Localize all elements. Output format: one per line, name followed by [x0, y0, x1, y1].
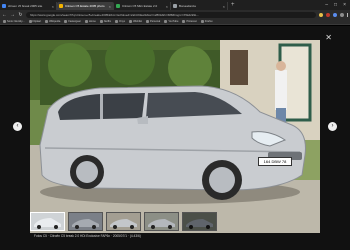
bookmark-label: Flipkart: [32, 20, 42, 23]
close-viewer-button[interactable]: ✕: [325, 33, 332, 42]
bookmark-icon: [3, 20, 6, 23]
menu-icon[interactable]: [347, 12, 348, 17]
car-photo[interactable]: 164 DBW 78: [30, 40, 320, 233]
reload-icon[interactable]: ↻: [18, 12, 23, 18]
thumbnail-image: [145, 213, 178, 230]
site-favicon-icon: [173, 4, 177, 8]
bookmark-item[interactable]: Sonic Identity...: [3, 20, 25, 23]
thumbnail[interactable]: [68, 212, 103, 231]
close-tab-icon[interactable]: ×: [109, 4, 111, 9]
thumbnail[interactable]: [144, 212, 179, 231]
bookmark-label: Netflix: [103, 20, 111, 23]
thumbnail-strip: [30, 212, 217, 231]
bookmark-icon: [84, 20, 88, 23]
tab-3[interactable]: Citroën C5 Mk1 Estate 2.0 ×: [114, 2, 171, 10]
previous-image-button[interactable]: ‹: [13, 122, 22, 131]
maximize-icon[interactable]: □: [334, 2, 337, 8]
window-controls: – □ ×: [325, 2, 350, 8]
bookmark-item[interactable]: Flipkart: [28, 20, 42, 23]
bookmark-label: Pinterest: [186, 20, 197, 23]
bookmark-label: Personal: [150, 20, 161, 23]
navigation-bar: ← → ↻ https://www.google.com/search?q=ci…: [0, 10, 350, 19]
thumbnail[interactable]: [182, 212, 217, 231]
bookmark-icon: [164, 20, 168, 23]
site-favicon-icon: [59, 4, 63, 8]
bookmark-label: Sonic Identity...: [7, 20, 25, 23]
extension-icons: [319, 12, 348, 17]
close-window-icon[interactable]: ×: [343, 2, 346, 8]
tab-1-label: citroen c5 break 2005 site: [8, 4, 43, 8]
bookmark-label: YouTube: [168, 20, 179, 23]
bookmark-icon: [45, 20, 49, 23]
extension-icon[interactable]: [326, 12, 330, 17]
bookmark-item[interactable]: Onyx: [115, 20, 125, 23]
image-caption: Fotos C5 · Citroën C5 break 2.0 HDi Excl…: [34, 234, 141, 238]
bookmark-label: Wishlist: [133, 20, 142, 23]
close-tab-icon[interactable]: ×: [52, 4, 54, 9]
thumbnail-image: [31, 213, 64, 230]
site-favicon-icon: [116, 4, 120, 8]
thumbnail-image: [183, 213, 216, 230]
tab-4[interactable]: Bonaudanza ×: [171, 2, 228, 10]
bookmark-item[interactable]: Pinterest: [182, 20, 197, 23]
tab-bar: citroen c5 break 2005 site × Citroen C5 …: [0, 0, 350, 10]
tab-1[interactable]: citroen c5 break 2005 site ×: [0, 2, 57, 10]
bookmark-icon: [200, 20, 204, 23]
google-favicon-icon: [2, 4, 6, 8]
back-icon[interactable]: ←: [2, 12, 7, 18]
new-tab-button[interactable]: +: [231, 2, 235, 8]
minimize-icon[interactable]: –: [325, 2, 328, 8]
bookmark-item[interactable]: Netflix: [99, 20, 111, 23]
bookmark-item[interactable]: Firefox: [200, 20, 213, 23]
bookmark-icon: [64, 20, 68, 23]
thumbnail[interactable]: [30, 212, 65, 231]
bookmark-label: Home: [88, 20, 96, 23]
bookmark-icon: [129, 20, 133, 23]
tab-2-label: Citroen C5 Estate 2005 photo: [65, 4, 105, 8]
car-photo-graphic: [30, 40, 320, 233]
bookmark-icon: [146, 20, 149, 23]
bookmark-label: Onyx: [119, 20, 126, 23]
tab-2[interactable]: Citroen C5 Estate 2005 photo ×: [57, 2, 114, 10]
close-tab-icon[interactable]: ×: [166, 4, 168, 9]
bookmark-item[interactable]: Fastergear: [64, 20, 81, 23]
bookmarks-bar: Sonic Identity... Flipkart Wikipedia Fas…: [0, 19, 350, 25]
bookmark-label: Wikipedia: [49, 20, 61, 23]
bookmark-item[interactable]: YouTube: [164, 20, 178, 23]
image-viewer: ✕ 164 DBW 78 ‹ › Fotos C5 · Citroën C5 b…: [0, 26, 350, 250]
bookmark-label: Firefox: [204, 20, 213, 23]
extension-icon[interactable]: [319, 12, 323, 17]
extension-icon[interactable]: [333, 12, 337, 17]
bookmark-icon: [182, 20, 186, 23]
profile-avatar-icon[interactable]: [340, 12, 344, 17]
bookmark-item[interactable]: Home: [84, 20, 96, 23]
bookmark-item[interactable]: Wikipedia: [45, 20, 60, 23]
close-tab-icon[interactable]: ×: [223, 4, 225, 9]
tab-4-label: Bonaudanza: [179, 4, 196, 8]
address-bar[interactable]: https://www.google.com/search?q=citroen+…: [26, 11, 316, 18]
bookmark-item[interactable]: Personal: [146, 20, 160, 23]
bookmark-icon: [28, 20, 32, 23]
thumbnail-image: [107, 213, 140, 230]
bookmark-icon: [115, 20, 118, 23]
bookmark-item[interactable]: Wishlist: [129, 20, 142, 23]
thumbnail[interactable]: [106, 212, 141, 231]
license-plate: 164 DBW 78: [258, 157, 292, 166]
next-image-button[interactable]: ›: [328, 122, 337, 131]
bookmark-icon: [99, 20, 103, 23]
tab-3-label: Citroën C5 Mk1 Estate 2.0: [122, 4, 158, 8]
thumbnail-image: [69, 213, 102, 230]
forward-icon[interactable]: →: [10, 12, 15, 18]
bookmark-label: Fastergear: [68, 20, 81, 23]
